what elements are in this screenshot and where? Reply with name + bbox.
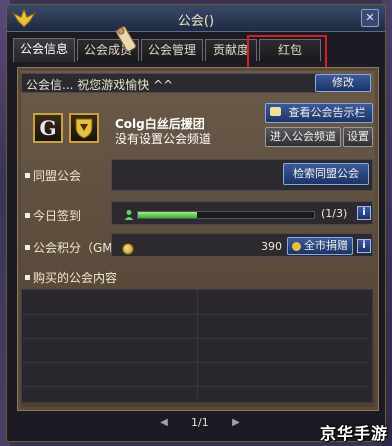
enter-channel-button[interactable]: 进入公会频道 xyxy=(265,127,341,147)
guild-letter-icon: G xyxy=(39,116,57,140)
guild-channel-status: 没有设置公会频道 xyxy=(115,132,212,146)
next-page-button[interactable]: ▶ xyxy=(229,416,243,430)
wings-logo-icon xyxy=(11,7,37,28)
view-board-button[interactable]: 查看公会告示栏 xyxy=(265,103,373,123)
close-button[interactable]: ✕ xyxy=(361,9,379,27)
bullet-icon xyxy=(25,245,30,250)
edit-notice-button[interactable]: 修改 xyxy=(315,74,371,92)
checkin-progress-text: (1/3) xyxy=(321,207,348,220)
guild-window: 公会() ✕ 公会信息 公会成员 公会管理 贡献度 红包 公会信... 祝您游戏… xyxy=(6,4,386,442)
scroll-icon xyxy=(115,26,137,52)
prev-page-button[interactable]: ◀ xyxy=(157,416,171,430)
points-info-button[interactable]: i xyxy=(357,239,371,253)
checkin-info-button[interactable]: i xyxy=(357,206,371,220)
points-value: 390 xyxy=(261,240,282,253)
settings-button[interactable]: 设置 xyxy=(343,127,373,147)
coin-small-icon xyxy=(292,242,301,251)
notice-bar: 公会信... 祝您游戏愉快 ^^ xyxy=(21,73,321,93)
donate-button[interactable]: 全市捐赠 xyxy=(287,237,353,255)
watermark: 京华手游 xyxy=(319,424,388,443)
view-board-label: 查看公会告示栏 xyxy=(288,106,366,119)
person-icon xyxy=(124,210,134,220)
chat-icon xyxy=(270,107,281,116)
checkin-progress-fill xyxy=(138,212,197,218)
alliance-label: 同盟公会 xyxy=(33,169,82,183)
pager: ◀ 1/1 ▶ xyxy=(157,416,247,432)
coin-icon xyxy=(122,243,134,255)
guild-crest-icon xyxy=(69,113,99,143)
window-title: 公会() xyxy=(177,14,215,29)
bullet-icon xyxy=(25,213,30,218)
purchased-content-grid xyxy=(21,289,373,403)
purchased-label: 购买的公会内容 xyxy=(33,271,118,285)
title-bar[interactable]: 公会() ✕ xyxy=(7,5,385,32)
notice-text: 公会信... 祝您游戏愉快 ^^ xyxy=(26,78,174,92)
guild-emblem: G xyxy=(33,113,63,143)
search-alliance-button[interactable]: 检索同盟公会 xyxy=(283,163,369,185)
tab-bar: 公会信息 公会成员 公会管理 贡献度 红包 xyxy=(13,38,383,63)
tab-guild-info[interactable]: 公会信息 xyxy=(13,38,75,62)
tab-guild-management[interactable]: 公会管理 xyxy=(141,39,203,61)
donate-label: 全市捐赠 xyxy=(304,239,348,252)
bullet-icon xyxy=(25,275,30,280)
checkin-label: 今日签到 xyxy=(33,209,82,223)
page-indicator: 1/1 xyxy=(191,416,209,429)
bullet-icon xyxy=(25,173,30,178)
checkin-progress-bar xyxy=(137,211,315,219)
shield-icon xyxy=(75,118,93,139)
